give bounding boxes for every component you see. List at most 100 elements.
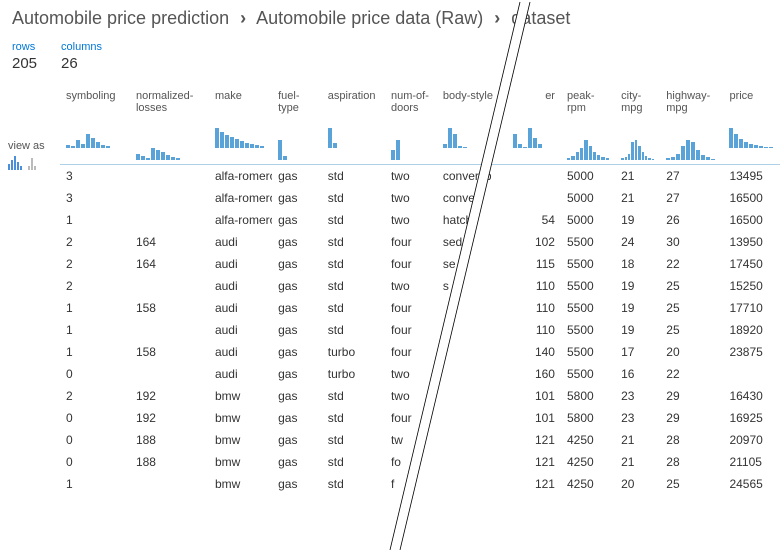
cell: 188 [130, 451, 209, 473]
table-row[interactable]: 2164audigasstdfourseda1025500243013950 [60, 231, 780, 253]
col-header[interactable]: make [209, 86, 272, 165]
histogram-view-icon[interactable] [8, 156, 24, 170]
table-row[interactable]: 1bmwgasstdf1214250202524565 [60, 473, 780, 495]
table-row[interactable]: 2164audigasstdfourse1155500182217450 [60, 253, 780, 275]
stats-view-icon[interactable] [28, 156, 44, 170]
rows-block: rows 205 [12, 41, 37, 72]
col-header[interactable]: fuel-type [272, 86, 322, 165]
cell: 121 [507, 473, 561, 495]
cell: s [437, 275, 507, 297]
cell: four [385, 231, 437, 253]
cell: 13495 [723, 165, 780, 188]
cell: 5500 [561, 341, 615, 363]
cell: std [322, 319, 385, 341]
crumb-1[interactable]: Automobile price data (Raw) [256, 8, 483, 28]
table-row[interactable]: 2192bmwgasstdtwo1015800232916430 [60, 385, 780, 407]
col-header[interactable]: normalized-losses [130, 86, 209, 165]
table-row[interactable]: 3alfa-romerogasstdtwoconver5000212716500 [60, 187, 780, 209]
cell: bmw [209, 407, 272, 429]
cell: two [385, 385, 437, 407]
cell: 188 [130, 429, 209, 451]
col-header[interactable]: price [723, 86, 780, 165]
histogram-icon [391, 136, 431, 160]
col-header[interactable]: city-mpg [615, 86, 660, 165]
table-row[interactable]: 1audigasstdfour1105500192518920 [60, 319, 780, 341]
col-label: fuel-type [278, 90, 316, 114]
cell: 2 [60, 231, 130, 253]
cols-value: 26 [61, 55, 102, 72]
col-header[interactable]: body-style [437, 86, 507, 165]
cell: std [322, 451, 385, 473]
cell: std [322, 165, 385, 188]
col-label: body-style [443, 90, 501, 102]
cell: 192 [130, 385, 209, 407]
cell: tw [385, 429, 437, 451]
cell: two [385, 187, 437, 209]
crumb-0[interactable]: Automobile price prediction [12, 8, 229, 28]
cell: audi [209, 363, 272, 385]
header-row: symboling normalized-lossesmakefuel-type a… [60, 86, 780, 165]
cell: two [385, 165, 437, 188]
table-row[interactable]: 3alfa-romerogasstdtwoconvertib5000212713… [60, 165, 780, 188]
cell: 3 [60, 165, 130, 188]
cell: 1 [60, 297, 130, 319]
histogram-icon [328, 124, 379, 148]
cell: 19 [615, 275, 660, 297]
cell: audi [209, 297, 272, 319]
cell: 110 [507, 275, 561, 297]
col-header[interactable]: aspiration [322, 86, 385, 165]
col-label: aspiration [328, 90, 379, 102]
cell: 25 [660, 473, 723, 495]
viewas-label: view as [8, 140, 60, 152]
cell [130, 473, 209, 495]
table-row[interactable]: 0188bmwgasstdfo1214250212821105 [60, 451, 780, 473]
table-row[interactable]: 1158audigasturbofour1405500172023875 [60, 341, 780, 363]
cell: 23 [615, 385, 660, 407]
cell: gas [272, 187, 322, 209]
cell: 4250 [561, 451, 615, 473]
cell [130, 275, 209, 297]
cell: 21 [615, 429, 660, 451]
rows-label: rows [12, 41, 37, 53]
cell: 21 [615, 451, 660, 473]
col-header[interactable]: symboling [60, 86, 130, 165]
cell: 28 [660, 451, 723, 473]
cell: 0 [60, 429, 130, 451]
table-row[interactable]: 1158audigasstdfour1105500192517710 [60, 297, 780, 319]
cell: 21 [615, 187, 660, 209]
cell: 25 [660, 275, 723, 297]
cell: 1 [60, 473, 130, 495]
col-label: highway-mpg [666, 90, 717, 114]
meta-bar: rows 205 columns 26 [0, 33, 780, 78]
col-label: symboling [66, 90, 124, 102]
col-header[interactable]: er [507, 86, 561, 165]
cell: bmw [209, 451, 272, 473]
cell [130, 319, 209, 341]
table-row[interactable]: 1alfa-romerogasstdtwohatch54500019261650… [60, 209, 780, 231]
cell: 115 [507, 253, 561, 275]
col-header[interactable]: peak-rpm [561, 86, 615, 165]
cell: gas [272, 385, 322, 407]
cell: 102 [507, 231, 561, 253]
crumb-2[interactable]: dataset [511, 8, 570, 28]
cell: audi [209, 231, 272, 253]
histogram-icon [666, 136, 717, 160]
table-row[interactable]: 0192bmwgasstdfour1015800232916925 [60, 407, 780, 429]
table-row[interactable]: 0188bmwgasstdtw1214250212820970 [60, 429, 780, 451]
col-header[interactable]: num-of-doors [385, 86, 437, 165]
data-table-wrap: symboling normalized-lossesmakefuel-type a… [60, 86, 780, 550]
cell: std [322, 231, 385, 253]
table-row[interactable]: 2audigasstdtwos1105500192515250 [60, 275, 780, 297]
histogram-icon [513, 124, 555, 148]
cell: 30 [660, 231, 723, 253]
table-row[interactable]: 0audigasturbotwo16055001622 [60, 363, 780, 385]
col-header[interactable]: highway-mpg [660, 86, 723, 165]
cell: fo [385, 451, 437, 473]
col-label: er [513, 90, 555, 102]
chevron-right-icon: › [240, 8, 246, 28]
cell: std [322, 429, 385, 451]
cell: 16925 [723, 407, 780, 429]
cell: four [385, 341, 437, 363]
cell: 24565 [723, 473, 780, 495]
cell: 27 [660, 165, 723, 188]
